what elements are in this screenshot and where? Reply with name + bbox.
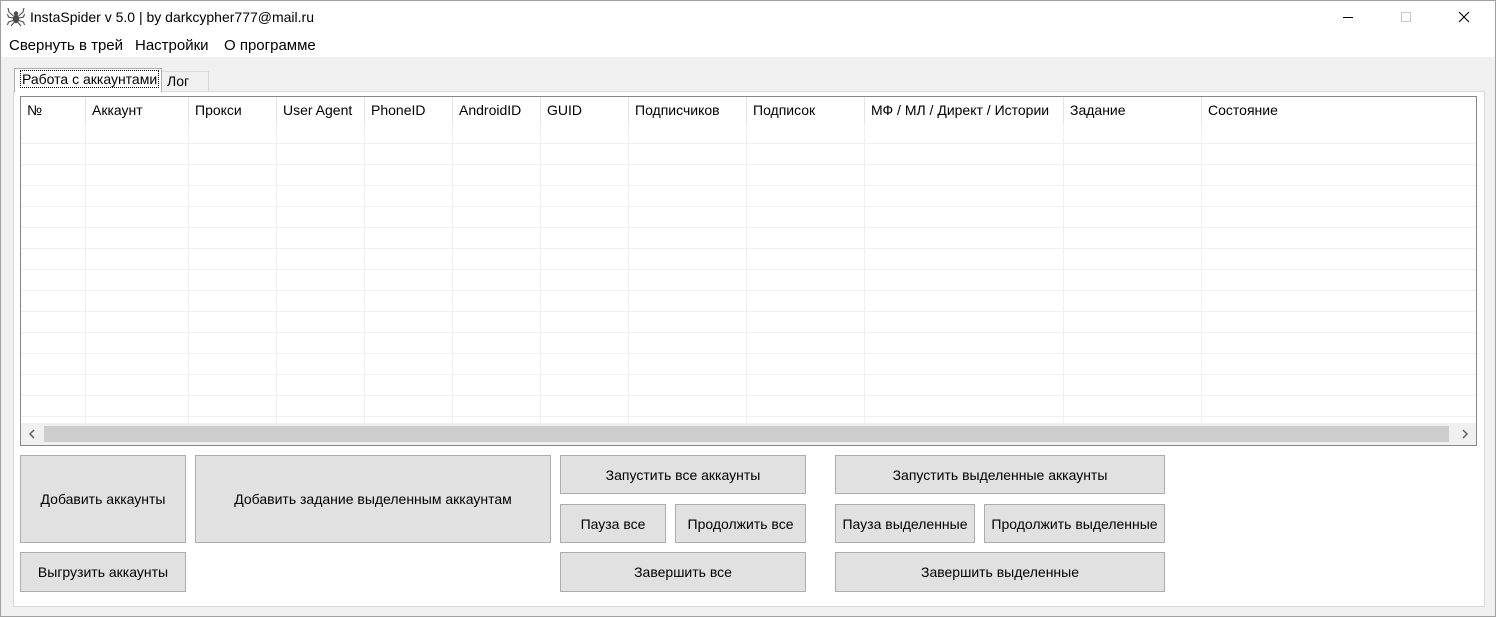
column-following[interactable]: Подписок — [747, 97, 865, 123]
minimize-icon — [1343, 17, 1353, 18]
chevron-right-icon — [1462, 429, 1469, 439]
window-title: InstaSpider v 5.0 | by darkcypher777@mai… — [30, 9, 314, 25]
resume-all-button[interactable]: Продолжить все — [675, 504, 806, 543]
scrollbar-thumb[interactable] — [44, 426, 1449, 442]
column-divider — [85, 123, 86, 423]
menu-about[interactable]: О программе — [224, 37, 316, 54]
horizontal-scrollbar[interactable] — [21, 423, 1476, 445]
start-selected-button[interactable]: Запустить выделенные аккаунты — [835, 455, 1165, 494]
close-button[interactable] — [1435, 1, 1493, 33]
pause-selected-button[interactable]: Пауза выделенные — [835, 504, 975, 543]
add-accounts-button[interactable]: Добавить аккаунты — [20, 455, 186, 543]
add-task-selected-button[interactable]: Добавить задание выделенным аккаунтам — [195, 455, 551, 543]
column-divider — [276, 123, 277, 423]
close-icon — [1458, 11, 1470, 23]
column-status[interactable]: Состояние — [1202, 97, 1476, 123]
table-row — [21, 270, 1476, 291]
tab-log[interactable]: Лог — [161, 71, 209, 92]
table-row — [21, 207, 1476, 228]
maximize-button[interactable] — [1377, 1, 1435, 33]
table-row — [21, 291, 1476, 312]
tab-accounts[interactable]: Работа с аккаунтами — [14, 68, 162, 92]
column-divider — [188, 123, 189, 423]
export-accounts-button[interactable]: Выгрузить аккаунты — [20, 552, 186, 592]
menu-bar: Свернуть в трей Настройки О программе — [1, 33, 1495, 57]
table-row — [21, 354, 1476, 375]
column-divider — [1063, 123, 1064, 423]
scroll-left-button[interactable] — [21, 423, 43, 445]
column-account[interactable]: Аккаунт — [86, 97, 189, 123]
spider-icon — [6, 7, 26, 27]
column-divider — [864, 123, 865, 423]
table-row — [21, 186, 1476, 207]
title-bar[interactable]: InstaSpider v 5.0 | by darkcypher777@mai… — [1, 1, 1495, 33]
accounts-table[interactable]: № Аккаунт Прокси User Agent PhoneID Andr… — [20, 96, 1477, 446]
column-divider — [540, 123, 541, 423]
column-divider — [746, 123, 747, 423]
table-body[interactable] — [21, 123, 1476, 423]
table-row — [21, 396, 1476, 417]
column-divider — [364, 123, 365, 423]
column-proxy[interactable]: Прокси — [189, 97, 277, 123]
table-row — [21, 312, 1476, 333]
column-activity[interactable]: МФ / МЛ / Директ / Истории — [865, 97, 1064, 123]
column-task[interactable]: Задание — [1064, 97, 1202, 123]
app-window: InstaSpider v 5.0 | by darkcypher777@mai… — [0, 0, 1496, 617]
tab-log-label: Лог — [167, 73, 190, 89]
maximize-icon — [1401, 12, 1411, 22]
table-row — [21, 375, 1476, 396]
minimize-button[interactable] — [1319, 1, 1377, 33]
table-row — [21, 165, 1476, 186]
column-user-agent[interactable]: User Agent — [277, 97, 365, 123]
finish-selected-button[interactable]: Завершить выделенные — [835, 552, 1165, 592]
pause-all-button[interactable]: Пауза все — [560, 504, 666, 543]
menu-settings[interactable]: Настройки — [135, 37, 209, 54]
finish-all-button[interactable]: Завершить все — [560, 552, 806, 592]
tab-accounts-label: Работа с аккаунтами — [20, 70, 160, 88]
scroll-right-button[interactable] — [1454, 423, 1476, 445]
table-row — [21, 228, 1476, 249]
table-row — [21, 249, 1476, 270]
table-row — [21, 144, 1476, 165]
resume-selected-button[interactable]: Продолжить выделенные — [984, 504, 1165, 543]
start-all-button[interactable]: Запустить все аккаунты — [560, 455, 806, 494]
column-divider — [628, 123, 629, 423]
column-followers[interactable]: Подписчиков — [629, 97, 747, 123]
column-number[interactable]: № — [21, 97, 86, 123]
table-row — [21, 333, 1476, 354]
column-divider — [452, 123, 453, 423]
table-header: № Аккаунт Прокси User Agent PhoneID Andr… — [21, 97, 1476, 123]
chevron-left-icon — [28, 429, 35, 439]
table-row — [21, 123, 1476, 144]
column-divider — [1201, 123, 1202, 423]
column-phone-id[interactable]: PhoneID — [365, 97, 453, 123]
menu-minimize-to-tray[interactable]: Свернуть в трей — [9, 37, 123, 54]
column-android-id[interactable]: AndroidID — [453, 97, 541, 123]
column-guid[interactable]: GUID — [541, 97, 629, 123]
